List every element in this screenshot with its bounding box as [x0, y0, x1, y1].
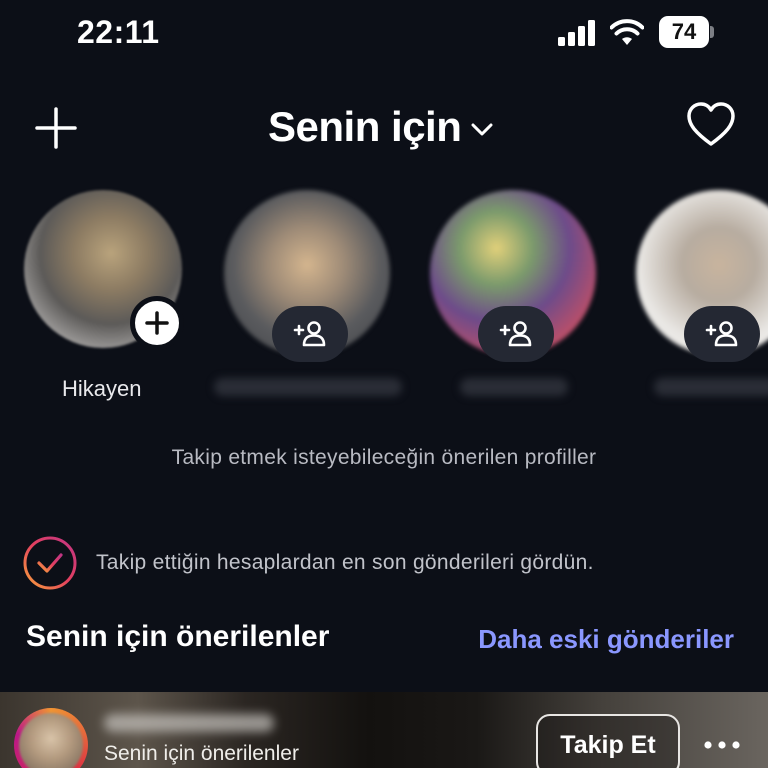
add-story-button[interactable] [130, 296, 184, 350]
caught-up-text: Takip ettiğin hesaplardan en son gönderi… [96, 551, 594, 574]
add-person-icon [293, 321, 326, 347]
add-person-icon [499, 321, 532, 347]
chevron-down-icon [471, 123, 493, 136]
blurred-post-username[interactable] [104, 714, 274, 732]
post-avatar[interactable] [19, 713, 83, 768]
older-posts-link[interactable]: Daha eski gönderiler [478, 624, 734, 655]
wifi-icon [610, 19, 644, 45]
feed-selector[interactable]: Senin için [268, 102, 493, 152]
feed-title: Senin için [268, 103, 462, 150]
suggested-section-header: Senin için önerilenler Daha eski gönderi… [0, 620, 768, 664]
cellular-signal-icon [558, 20, 595, 46]
heart-icon[interactable] [686, 100, 736, 150]
follow-suggested-button[interactable] [478, 306, 554, 362]
caught-up-notice: Takip ettiğin hesaplardan en son gönderi… [22, 534, 746, 592]
post-subtitle: Senin için önerilenler [104, 742, 299, 765]
section-title: Senin için önerilenler [26, 620, 330, 653]
battery-level: 74 [671, 19, 697, 44]
more-dots-icon[interactable] [702, 740, 742, 750]
blurred-username [460, 378, 568, 396]
battery-tip [710, 26, 714, 38]
suggested-profiles-caption: Takip etmek isteyebileceğin önerilen pro… [171, 446, 597, 469]
plus-icon [145, 311, 169, 335]
follow-button[interactable]: Takip Et [536, 714, 680, 768]
own-story-label: Hikayen [62, 376, 142, 401]
status-time: 22:11 [77, 14, 160, 50]
battery-indicator: 74 [659, 16, 715, 48]
status-bar: 22:11 74 [0, 0, 768, 66]
blurred-username [214, 378, 402, 396]
follow-suggested-button[interactable] [272, 306, 348, 362]
blurred-username [654, 378, 768, 396]
checkmark-ring-icon [23, 536, 77, 590]
follow-suggested-button[interactable] [684, 306, 760, 362]
add-person-icon [705, 321, 738, 347]
plus-icon[interactable] [34, 106, 78, 150]
